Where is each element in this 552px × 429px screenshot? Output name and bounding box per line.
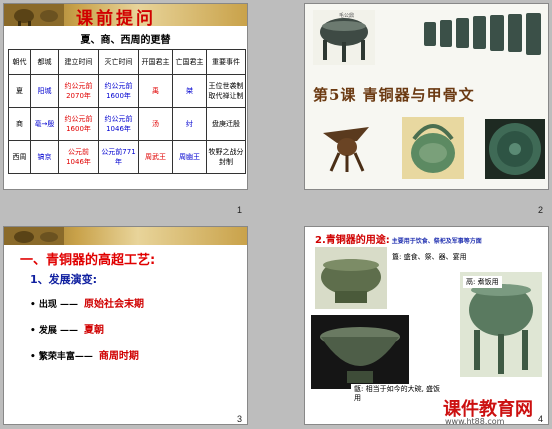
slide-title: 第5课 青铜器与甲骨文 xyxy=(313,86,475,104)
header-cell: 朝代 xyxy=(8,49,31,75)
slide-thumbnail-2[interactable]: 毛公鼎 第5课 青铜器与甲骨文 xyxy=(304,3,549,190)
watermark-url: www.ht88.com xyxy=(445,417,505,425)
you-wine-vessel-image xyxy=(402,117,464,179)
founded-cell: 公元前1046年 xyxy=(58,140,99,174)
header-cell: 灭亡时间 xyxy=(98,49,139,75)
section-heading: 一、青铜器的高超工艺: xyxy=(20,253,156,268)
list-item: • 发展 —— 夏朝 xyxy=(30,321,104,336)
fell-cell: 约公元前1600年 xyxy=(98,74,139,108)
list-item-value: 商周时期 xyxy=(98,351,139,362)
gui-label: 簋: 盛食、祭、器、宴用 xyxy=(389,251,470,263)
section-subheading: 1、发展演变: xyxy=(30,273,98,286)
founded-cell: 约公元前2070年 xyxy=(58,74,99,108)
slide-number: 3 xyxy=(237,414,243,424)
gui-vessel-image xyxy=(315,247,387,309)
slide-thumbnail-3[interactable]: 一、青铜器的高超工艺: 1、发展演变: • 出现 —— 原始社会末期 • 发展 —… xyxy=(3,226,248,425)
list-item-label: • 繁荣丰富—— xyxy=(30,352,93,362)
jue-wine-vessel-image xyxy=(317,119,375,174)
dynasty-cell: 商 xyxy=(8,107,31,141)
li-label: 鬲: 煮饭用 xyxy=(463,276,502,288)
bronze-mirror-image xyxy=(485,119,545,179)
slide-thumbnail-4[interactable]: 2.青铜器的用途: 主要用于饮食、祭祀及军事等方面 簋: 盛食、祭、器、宴用 鬲:… xyxy=(304,226,549,425)
dynasty-table: 朝代 都城 建立时间 灭亡时间 开国君主 亡国君主 重要事件 夏 阳城 约公元前… xyxy=(8,49,246,174)
capital-cell: 阳城 xyxy=(30,74,59,108)
slide-number: 1 xyxy=(237,205,243,215)
zeng-label: 甑: 相当于如今的大碗, 盛饭用 xyxy=(351,384,447,404)
capital-cell: 亳→殷 xyxy=(30,107,59,141)
list-item-label: • 出现 —— xyxy=(30,300,79,310)
header-cell: 建立时间 xyxy=(58,49,99,75)
dynasty-cell: 西周 xyxy=(8,140,31,174)
event-cell: 盘庚迁殷 xyxy=(206,107,246,141)
table-row: 夏 阳城 约公元前2070年 约公元前1600年 禹 桀 王位世袭制取代禅让制 xyxy=(8,74,246,108)
list-item-label: • 发展 —— xyxy=(30,326,79,336)
header-cell: 都城 xyxy=(30,49,59,75)
slide-thumbnail-1[interactable]: 课前提问 夏、商、西周的更替 朝代 都城 建立时间 灭亡时间 开国君主 亡国君主… xyxy=(3,3,248,190)
image-caption: 毛公鼎 xyxy=(339,13,355,19)
last-ruler-cell: 桀 xyxy=(172,74,207,108)
capital-cell: 镐京 xyxy=(30,140,59,174)
banner-title: 课前提问 xyxy=(76,9,156,29)
slide-number: 2 xyxy=(538,205,544,215)
bronze-vessel-icon xyxy=(4,4,64,26)
header-cell: 开国君主 xyxy=(138,49,173,75)
fell-cell: 公元前771年 xyxy=(98,140,139,174)
header-cell: 亡国君主 xyxy=(172,49,207,75)
first-ruler-cell: 禹 xyxy=(138,74,173,108)
last-ruler-cell: 周幽王 xyxy=(172,140,207,174)
dynasty-cell: 夏 xyxy=(8,74,31,108)
header-cell: 重要事件 xyxy=(206,49,246,75)
bronze-vessel-icon xyxy=(4,227,64,245)
event-cell: 王位世袭制取代禅让制 xyxy=(206,74,246,108)
table-header-row: 朝代 都城 建立时间 灭亡时间 开国君主 亡国君主 重要事件 xyxy=(8,49,246,75)
first-ruler-cell: 汤 xyxy=(138,107,173,141)
event-cell: 牧野之战分封制 xyxy=(206,140,246,174)
bianzhong-bells-image xyxy=(420,12,546,62)
title-banner: 课前提问 xyxy=(4,4,247,29)
zeng-vessel-image xyxy=(311,315,409,389)
list-item-value: 原始社会末期 xyxy=(84,299,145,310)
first-ruler-cell: 周武王 xyxy=(138,140,173,174)
slide-title: 2.青铜器的用途: 主要用于饮食、祭祀及军事等方面 xyxy=(315,231,482,246)
last-ruler-cell: 纣 xyxy=(172,107,207,141)
slide-number: 4 xyxy=(538,414,544,424)
title-banner xyxy=(4,227,247,245)
list-item-value: 夏朝 xyxy=(84,325,105,336)
table-row: 西周 镐京 公元前1046年 公元前771年 周武王 周幽王 牧野之战分封制 xyxy=(8,140,246,174)
fell-cell: 约公元前1046年 xyxy=(98,107,139,141)
list-item: • 出现 —— 原始社会末期 xyxy=(30,295,144,310)
slide-title-text: 2.青铜器的用途: xyxy=(315,235,390,246)
table-row: 商 亳→殷 约公元前1600年 约公元前1046年 汤 纣 盘庚迁殷 xyxy=(8,107,246,141)
list-item: • 繁荣丰富—— 商周时期 xyxy=(30,347,139,362)
founded-cell: 约公元前1600年 xyxy=(58,107,99,141)
table-title: 夏、商、西周的更替 xyxy=(80,35,171,46)
slide-title-note: 主要用于饮食、祭祀及军事等方面 xyxy=(391,238,482,245)
